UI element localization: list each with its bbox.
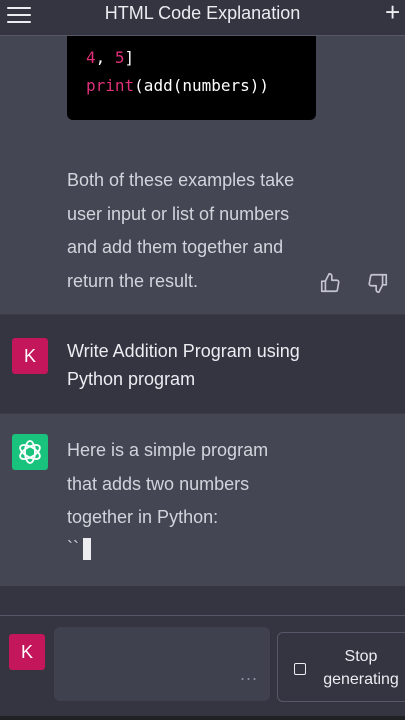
- assistant-message-current: Here is a simple program that adds two n…: [0, 414, 405, 586]
- code-token: (add(numbers)): [134, 76, 270, 95]
- message-input[interactable]: ...: [54, 627, 270, 701]
- more-indicator: ...: [239, 664, 258, 684]
- text-line: that adds two numbers: [67, 473, 250, 494]
- code-line: print(add(numbers)): [86, 76, 269, 95]
- text-line: Python program: [67, 369, 196, 389]
- stop-generating-label: Stop generating: [323, 648, 399, 688]
- code-token: print: [86, 76, 135, 95]
- backtick-text: ``: [67, 537, 79, 558]
- divider: [0, 615, 405, 616]
- thumbs-up-icon[interactable]: [319, 272, 341, 294]
- openai-logo-icon: [12, 434, 48, 470]
- text-line: ``: [67, 535, 347, 561]
- code-token: ]: [124, 48, 135, 67]
- text-line: user input or list of numbers: [67, 203, 290, 224]
- code-block: 4, 5] print(add(numbers)): [67, 36, 316, 120]
- assistant-message-text: Here is a simple program that adds two n…: [67, 434, 347, 561]
- plus-icon[interactable]: +: [385, 0, 405, 26]
- stop-generating-button[interactable]: Stop generating: [277, 632, 405, 702]
- typing-cursor: [83, 537, 91, 560]
- code-token: 5: [114, 48, 125, 67]
- page-title: HTML Code Explanation: [104, 3, 301, 23]
- stop-square-icon: [294, 663, 306, 675]
- assistant-message-previous: 4, 5] print(add(numbers)) Both of these …: [0, 36, 405, 314]
- composer-area: K ... Stop generating: [0, 586, 405, 720]
- text-line: together in Python:: [67, 507, 219, 527]
- avatar: K: [12, 338, 48, 374]
- text-line: and add them together and: [67, 237, 284, 257]
- thumbs-down-icon[interactable]: [367, 272, 389, 294]
- code-line: 4, 5]: [86, 48, 134, 67]
- code-token: 4: [86, 48, 96, 67]
- text-line: Here is a simple program: [67, 440, 269, 460]
- text-line: Write Addition Program using: [67, 341, 300, 361]
- bottom-edge: [0, 716, 405, 720]
- user-message-text: Write Addition Program using Python prog…: [67, 337, 367, 393]
- text-line: Both of these examples take: [67, 170, 295, 190]
- top-bar: HTML Code Explanation +: [0, 0, 405, 36]
- code-token: ,: [95, 48, 115, 67]
- user-message: K Write Addition Program using Python pr…: [0, 314, 405, 414]
- assistant-message-text: Both of these examples take user input o…: [67, 164, 347, 298]
- avatar: K: [9, 634, 45, 670]
- text-line: return the result.: [67, 270, 199, 291]
